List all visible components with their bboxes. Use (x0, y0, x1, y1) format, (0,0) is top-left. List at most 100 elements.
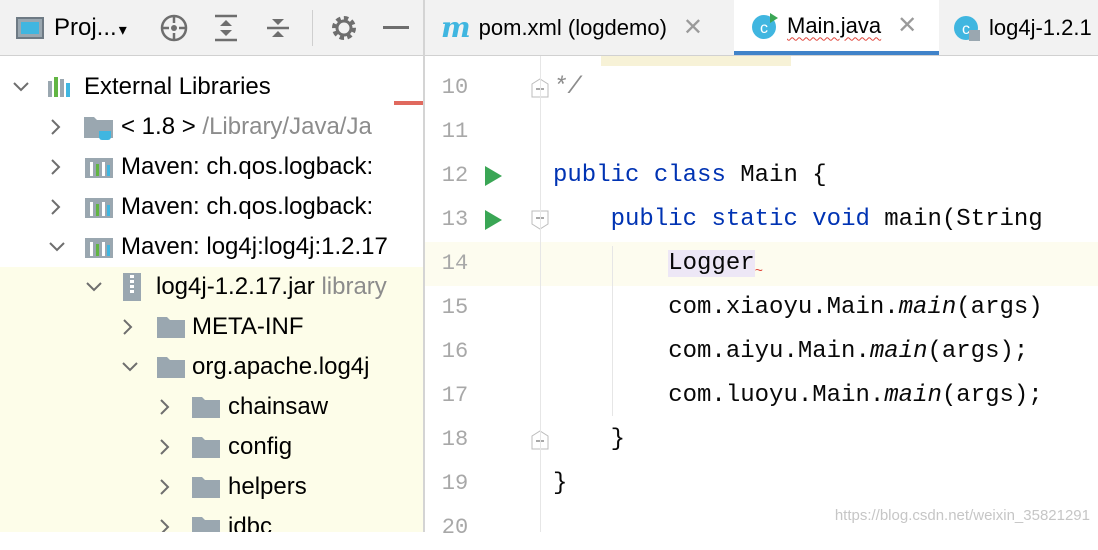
tree-item-label: org.apache.log4j (192, 353, 370, 380)
tree-item-chainsaw[interactable]: chainsaw (0, 387, 423, 427)
tree-item-meta-inf[interactable]: META-INF (0, 307, 423, 347)
tree-item-label: META-INF (192, 313, 304, 340)
line-number: 11 (441, 119, 469, 144)
tree-item-label: < 1.8 > (121, 113, 196, 140)
close-icon[interactable]: ✕ (683, 13, 703, 42)
code-line-15: com.xiaoyu.Main.main(args) (668, 294, 1043, 321)
watermark: https://blog.csdn.net/weixin_35821291 (834, 507, 1090, 524)
folded-region-marker (601, 56, 791, 66)
chevron-right-icon[interactable] (153, 427, 177, 467)
project-toolbar: Proj... ▾ (0, 0, 423, 56)
libraries-icon (47, 67, 75, 107)
tree-item-maven-logback-2[interactable]: Maven: ch.qos.logback: (0, 187, 423, 227)
line-number: 14 (441, 251, 469, 276)
run-main-icon[interactable] (483, 209, 503, 236)
chevron-right-icon[interactable] (153, 467, 177, 507)
library-icon (84, 227, 114, 267)
tab-label: log4j-1.2.1 (989, 14, 1092, 40)
editor-gutter: 10 11 12 13 14 15 16 17 18 19 20 (425, 56, 549, 540)
line-number: 18 (441, 427, 469, 452)
locate-target-icon[interactable] (158, 0, 190, 56)
line-number: 16 (441, 339, 469, 364)
tree-item-helpers[interactable]: helpers (0, 467, 423, 507)
tree-item-label: log4j-1.2.17.jar (156, 273, 315, 300)
tab-label: pom.xml (logdemo) (478, 14, 667, 40)
tree-item-maven-log4j[interactable]: Maven: log4j:log4j:1.2.17 (0, 227, 423, 267)
tab-label: Main.java (787, 12, 882, 38)
tree-item-label: jdbc (228, 513, 273, 532)
tree-item-jdk[interactable]: < 1.8 > /Library/Java/Ja (0, 107, 423, 147)
chevron-down-icon[interactable] (45, 227, 69, 267)
tab-main-java[interactable]: c Main.java ✕ (734, 0, 939, 55)
maven-m-icon: m (441, 11, 471, 44)
tree-item-config[interactable]: config (0, 427, 423, 467)
line-number: 10 (441, 75, 469, 100)
tree-item-suffix: library (321, 273, 387, 300)
tree-item-maven-logback-1[interactable]: Maven: ch.qos.logback: (0, 147, 423, 187)
tree-item-jdbc[interactable]: jdbc (0, 507, 423, 532)
tree-item-path: /Library/Java/Ja (202, 113, 372, 140)
tree-item-org-apache-log4j[interactable]: org.apache.log4j (0, 347, 423, 387)
chevron-right-icon[interactable] (153, 387, 177, 427)
chevron-right-icon[interactable] (44, 187, 68, 227)
chevron-down-icon: ▾ (118, 22, 127, 39)
folder-icon (156, 307, 186, 347)
code-line-18: } (610, 426, 626, 453)
class-c-icon: c (954, 15, 980, 41)
chevron-right-icon[interactable] (153, 507, 177, 532)
code-line-17: com.luoyu.Main.main(args); (668, 382, 1043, 409)
code-editor[interactable]: */ public class Main { public static voi… (541, 56, 1098, 532)
hide-panel-icon[interactable] (380, 0, 412, 56)
tree-item-label: helpers (228, 473, 307, 500)
package-folder-icon (191, 467, 221, 507)
project-view-title: Proj... (54, 14, 117, 41)
toolbar-separator (312, 10, 313, 46)
code-comment: */ (553, 74, 582, 101)
tree-item-label: config (228, 433, 293, 460)
tree-item-label: External Libraries (84, 73, 271, 100)
chevron-right-icon[interactable] (44, 147, 68, 187)
code-line-16: com.aiyu.Main.main(args); (668, 338, 1029, 365)
project-tree: External Libraries < 1.8 > /Library/Java… (0, 56, 423, 532)
tab-pom-xml[interactable]: m pom.xml (logdemo) ✕ (441, 0, 703, 55)
svg-text:c: c (962, 21, 970, 38)
tree-item-label: Maven: log4j:log4j:1.2.17 (121, 233, 388, 260)
expand-all-icon[interactable] (210, 0, 242, 56)
unresolved-symbol: Logger (668, 250, 755, 277)
collapse-all-icon[interactable] (262, 0, 294, 56)
project-panel: Proj... ▾ External Libraries < 1.8 > /Li… (0, 0, 423, 532)
line-number: 19 (441, 471, 469, 496)
package-folder-icon (191, 507, 221, 532)
package-folder-icon (191, 387, 221, 427)
project-view-selector[interactable]: Proj... ▾ (54, 13, 127, 46)
project-view-icon[interactable] (14, 0, 46, 56)
code-line-19: } (553, 470, 568, 497)
library-icon (84, 147, 114, 187)
chevron-right-icon[interactable] (44, 107, 68, 147)
code-line-13: public static void main(String (610, 206, 1043, 233)
chevron-down-icon[interactable] (118, 347, 142, 387)
gear-icon[interactable] (328, 0, 360, 56)
library-icon (84, 187, 114, 227)
svg-text:c: c (760, 20, 768, 37)
code-line-12: public class Main { (553, 162, 827, 189)
close-icon[interactable]: ✕ (897, 11, 917, 40)
tree-item-label: Maven: ch.qos.logback: (121, 153, 374, 180)
class-c-icon: c (752, 12, 778, 39)
jdk-folder-icon (83, 107, 115, 147)
tab-log4j[interactable]: c log4j-1.2.1 (953, 0, 1092, 55)
chevron-down-icon[interactable] (82, 267, 106, 307)
jar-archive-icon (120, 267, 144, 307)
chevron-right-icon[interactable] (116, 307, 140, 347)
tree-item-label: Maven: ch.qos.logback: (121, 193, 374, 220)
line-number: 13 (441, 207, 469, 232)
line-number: 20 (441, 515, 469, 540)
chevron-down-icon[interactable] (9, 67, 33, 107)
line-number: 15 (441, 295, 469, 320)
tree-item-log4j-jar[interactable]: log4j-1.2.17.jar library (0, 267, 423, 307)
line-number: 12 (441, 163, 469, 188)
tree-item-label: chainsaw (228, 393, 329, 420)
error-stripe-marker (394, 101, 423, 105)
run-class-icon[interactable] (483, 165, 503, 192)
tree-item-external-libraries[interactable]: External Libraries (0, 67, 423, 107)
